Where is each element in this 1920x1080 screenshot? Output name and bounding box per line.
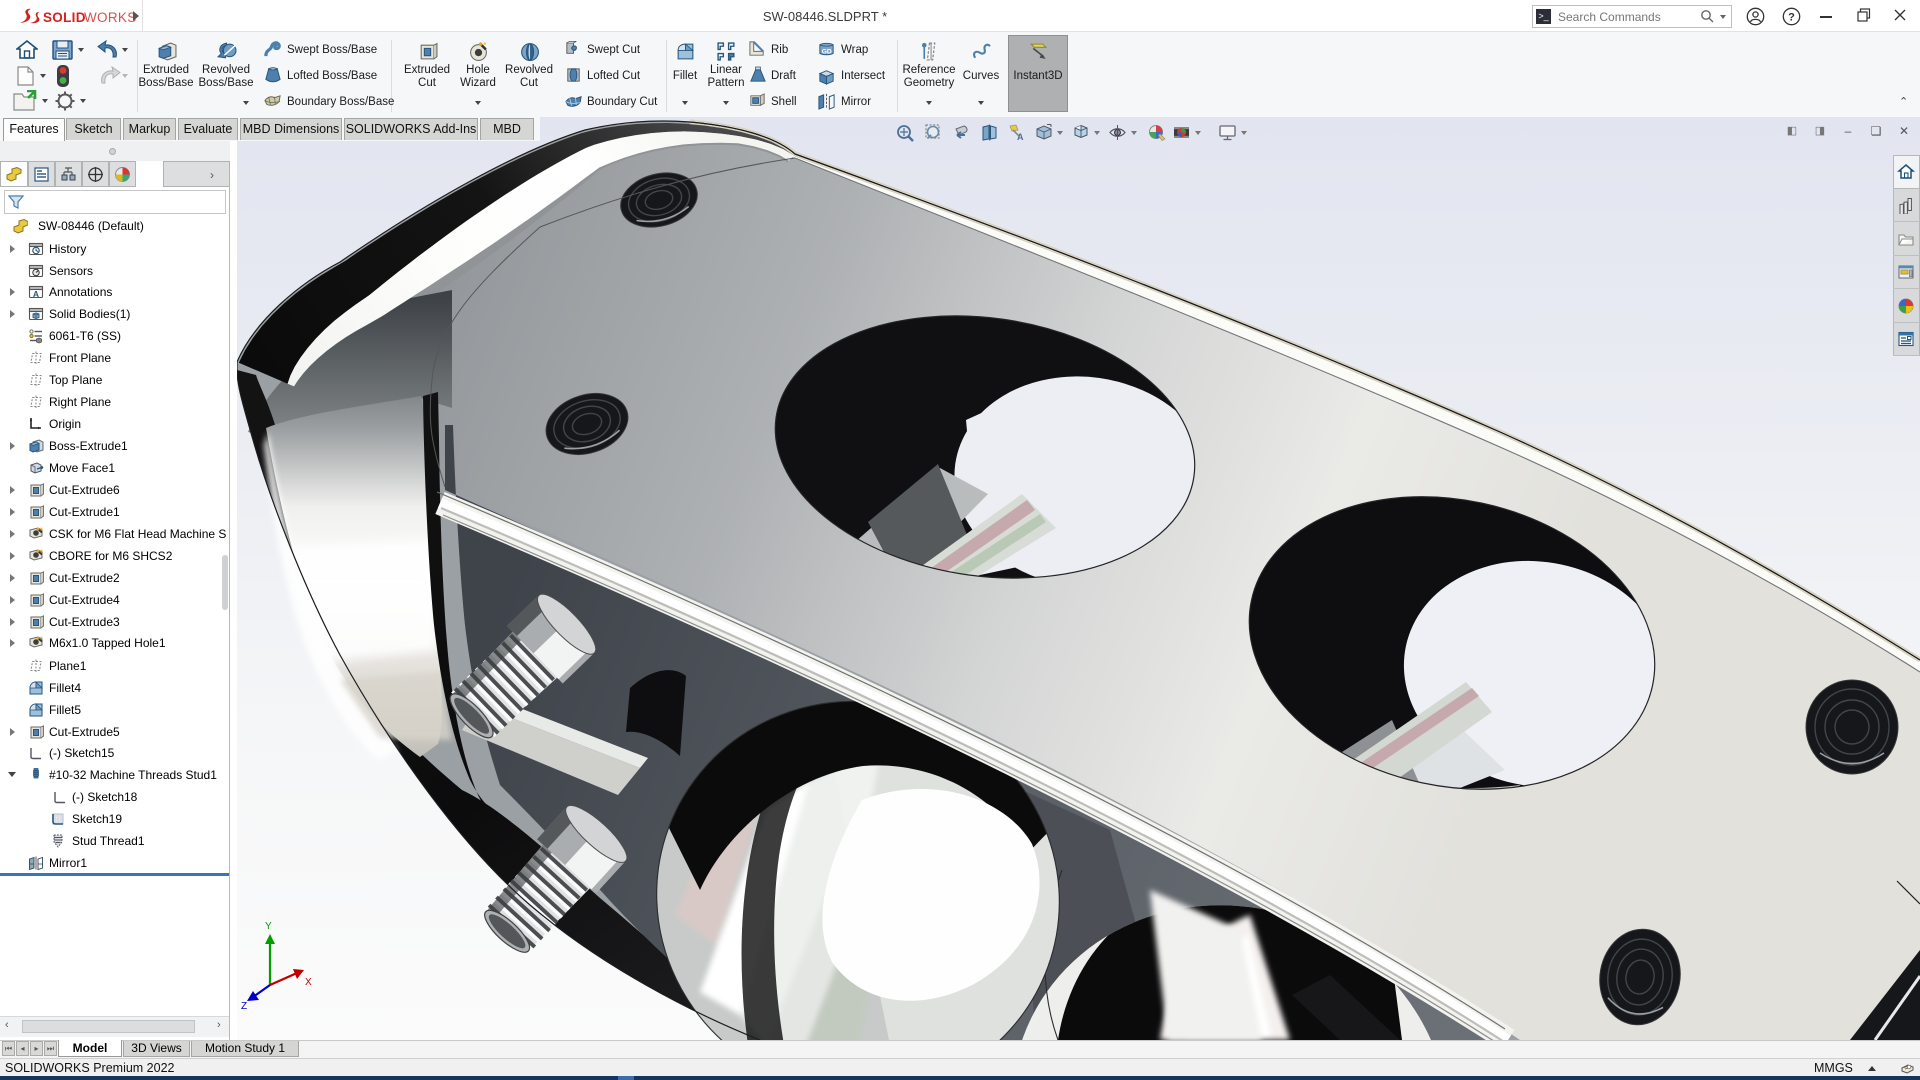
svg-text:Y: Y [265,921,272,932]
svg-text:SOLID: SOLID [43,10,86,25]
svg-text:X: X [305,977,312,988]
svg-text:A: A [1017,132,1024,142]
svg-text:A: A [33,289,39,299]
svg-text:Z: Z [241,1001,247,1012]
svg-text:GD: GD [822,48,832,55]
svg-text:?: ? [1788,12,1795,24]
svg-text:WORKS: WORKS [84,10,136,25]
